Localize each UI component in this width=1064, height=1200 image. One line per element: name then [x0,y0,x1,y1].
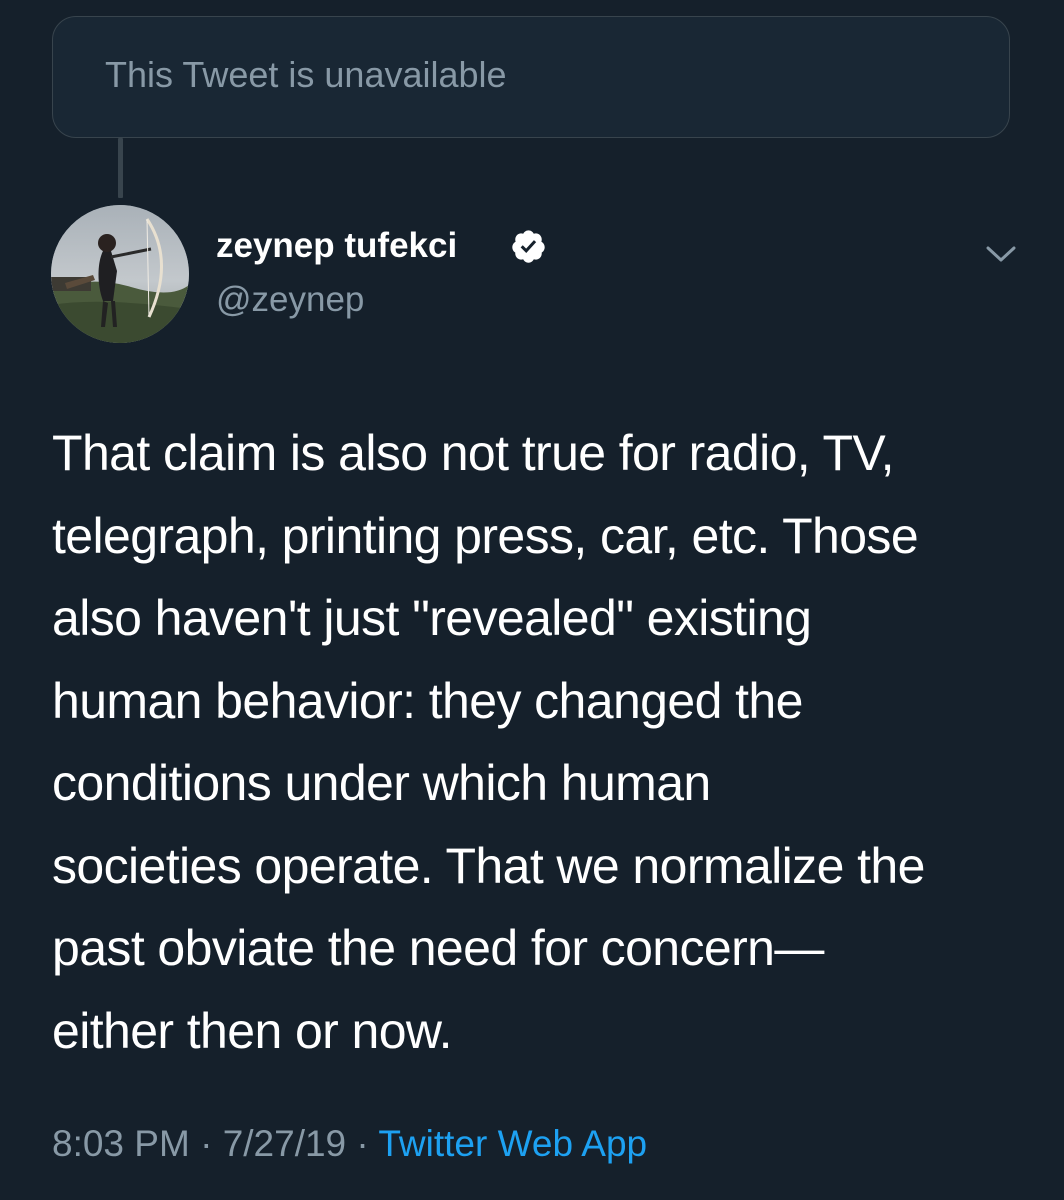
unavailable-tweet-text: This Tweet is unavailable [105,54,507,95]
author-display-name[interactable]: zeynep tufekci [216,224,457,268]
unavailable-tweet-card: This Tweet is unavailable [52,16,1010,138]
tweet-text-line: either then or now. [52,1002,453,1059]
tweet-source-link[interactable]: Twitter Web App [378,1123,647,1164]
tweet-text-line: telegraph, printing press, car, etc. Tho… [52,507,919,564]
chevron-down-icon[interactable] [984,242,1018,266]
tweet-metadata: 8:03 PM · 7/27/19 · Twitter Web App [52,1120,647,1168]
verified-badge-icon [512,230,545,263]
thread-connector-line [118,138,123,198]
tweet-date[interactable]: 7/27/19 [223,1123,346,1164]
tweet-text-line: societies operate. That we normalize the [52,837,925,894]
avatar-photo-icon [51,205,189,343]
tweet-text-line: also haven't just "revealed" existing [52,590,812,646]
avatar[interactable] [51,205,189,343]
tweet-text: That claim is also not true for radio, T… [52,412,1027,1072]
meta-separator: · [356,1123,369,1164]
tweet-time[interactable]: 8:03 PM [52,1123,190,1164]
tweet-text-line: conditions under which human [52,755,711,811]
tweet-text-line: human behavior: they changed the [52,672,803,729]
tweet-text-line: That claim is also not true for radio, T… [52,425,894,481]
tweet-text-line: past obviate the need for concern— [52,920,824,976]
meta-separator: · [200,1123,213,1164]
author-handle[interactable]: @zeynep [216,278,364,322]
